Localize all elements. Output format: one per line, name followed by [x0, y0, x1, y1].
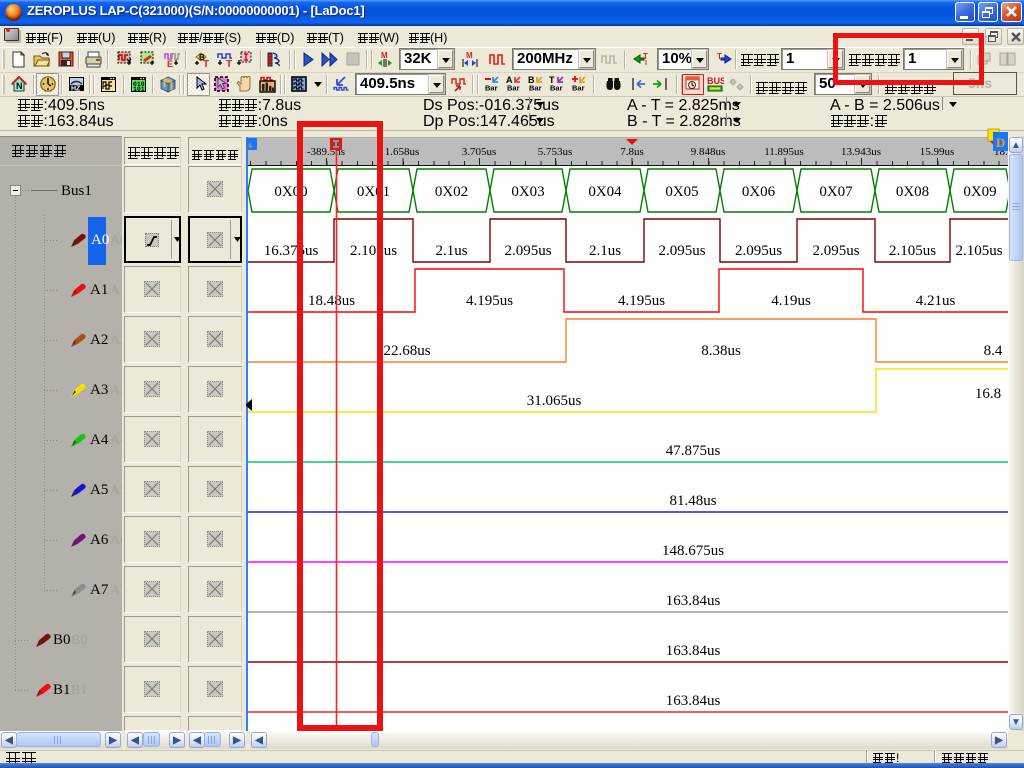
svg-text:T: T	[717, 52, 722, 61]
svg-text:D: D	[996, 135, 1005, 150]
svg-text:Bar: Bar	[507, 84, 520, 93]
svg-text:163.84us: 163.84us	[666, 693, 721, 709]
svg-text:0X07: 0X07	[819, 184, 853, 200]
svg-text:81.48us: 81.48us	[669, 493, 716, 509]
svg-text:0X03: 0X03	[511, 184, 544, 200]
svg-text:2.1us: 2.1us	[435, 243, 467, 259]
svg-text:HZ: HZ	[71, 86, 81, 93]
svg-text:M: M	[381, 51, 388, 60]
svg-text:Bar: Bar	[485, 84, 498, 93]
svg-text:T: T	[203, 59, 209, 68]
svg-text:0X04: 0X04	[588, 184, 622, 200]
svg-text:Bar: Bar	[572, 84, 585, 93]
svg-text:0X02: 0X02	[435, 184, 468, 200]
svg-text:E: E	[167, 59, 173, 68]
svg-text:N: N	[16, 81, 23, 91]
svg-text:0X08: 0X08	[896, 184, 929, 200]
svg-text:T: T	[643, 52, 648, 61]
svg-text:101: 101	[133, 86, 145, 93]
svg-text:163.84us: 163.84us	[666, 593, 721, 609]
svg-text:BUS: BUS	[707, 76, 724, 86]
svg-text:4.195us: 4.195us	[466, 293, 513, 309]
svg-text:2.095us: 2.095us	[658, 243, 705, 259]
svg-text:2.105us: 2.105us	[955, 243, 1002, 259]
svg-text:Bar: Bar	[550, 84, 563, 93]
svg-text:0X09: 0X09	[963, 184, 996, 200]
svg-text:0X06: 0X06	[742, 184, 776, 200]
svg-text:163.84us: 163.84us	[666, 643, 721, 659]
svg-text:31.065us: 31.065us	[527, 393, 582, 409]
svg-text:2.1us: 2.1us	[589, 243, 621, 259]
svg-text:2.095us: 2.095us	[812, 243, 859, 259]
svg-text:T: T	[226, 59, 232, 68]
svg-text:16.8: 16.8	[975, 386, 1001, 402]
svg-text:4.19us: 4.19us	[771, 293, 811, 309]
svg-text:2.095us: 2.095us	[504, 243, 551, 259]
svg-text:148.675us: 148.675us	[662, 543, 724, 559]
svg-text:0X05: 0X05	[665, 184, 698, 200]
svg-text:47.875us: 47.875us	[666, 443, 721, 459]
svg-text:22.68us: 22.68us	[383, 343, 430, 359]
svg-text:4.195us: 4.195us	[618, 293, 665, 309]
svg-text:s: s	[249, 140, 253, 150]
svg-text:M: M	[466, 51, 473, 60]
svg-text:2.095us: 2.095us	[735, 243, 782, 259]
svg-text:2.105us: 2.105us	[889, 243, 936, 259]
svg-text:8.4: 8.4	[984, 343, 1003, 359]
svg-text:4.21us: 4.21us	[916, 293, 956, 309]
svg-text:8.38us: 8.38us	[701, 343, 741, 359]
svg-text:Bar: Bar	[529, 84, 542, 93]
